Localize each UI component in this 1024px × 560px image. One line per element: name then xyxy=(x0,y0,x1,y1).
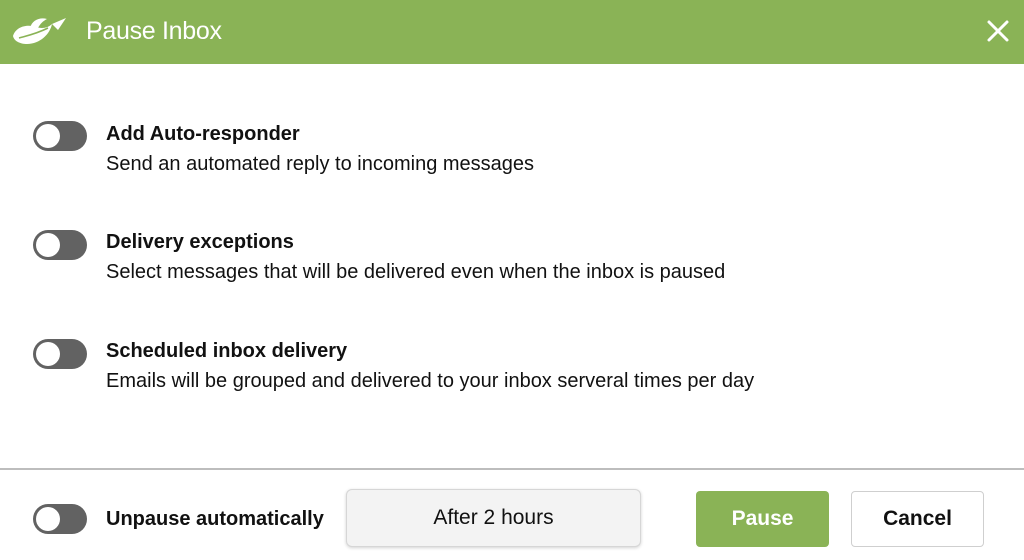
option-title: Scheduled inbox delivery xyxy=(106,340,348,362)
option-auto-responder: Add Auto-responder Send an automated rep… xyxy=(0,118,1024,178)
close-icon[interactable] xyxy=(984,17,1012,45)
option-description: Emails will be grouped and delivered to … xyxy=(106,370,755,392)
scheduled-delivery-toggle[interactable] xyxy=(33,339,87,369)
pause-inbox-dialog: Pause Inbox Add Auto-responder Send an a… xyxy=(0,0,1024,560)
dialog-title: Pause Inbox xyxy=(86,17,222,45)
pause-button[interactable]: Pause xyxy=(696,491,829,547)
unpause-automatically-label: Unpause automatically xyxy=(106,508,324,530)
cancel-button[interactable]: Cancel xyxy=(851,491,984,547)
dialog-header: Pause Inbox xyxy=(0,0,1024,64)
option-scheduled-delivery: Scheduled inbox delivery Emails will be … xyxy=(0,335,1024,395)
option-description: Send an automated reply to incoming mess… xyxy=(106,153,535,175)
option-title: Add Auto-responder xyxy=(106,123,300,145)
unpause-automatically-toggle[interactable] xyxy=(33,504,87,534)
delivery-exceptions-toggle[interactable] xyxy=(33,230,87,260)
footer-divider xyxy=(0,468,1024,470)
option-description: Select messages that will be delivered e… xyxy=(106,261,726,283)
toggle-knob xyxy=(36,124,60,148)
auto-responder-toggle[interactable] xyxy=(33,121,87,151)
toggle-knob xyxy=(36,233,60,257)
option-title: Delivery exceptions xyxy=(106,231,294,253)
option-delivery-exceptions: Delivery exceptions Select messages that… xyxy=(0,226,1024,286)
toggle-knob xyxy=(36,507,60,531)
toggle-knob xyxy=(36,342,60,366)
sanebox-logo-icon xyxy=(13,18,66,44)
unpause-duration-select[interactable]: After 2 hours xyxy=(346,489,641,547)
